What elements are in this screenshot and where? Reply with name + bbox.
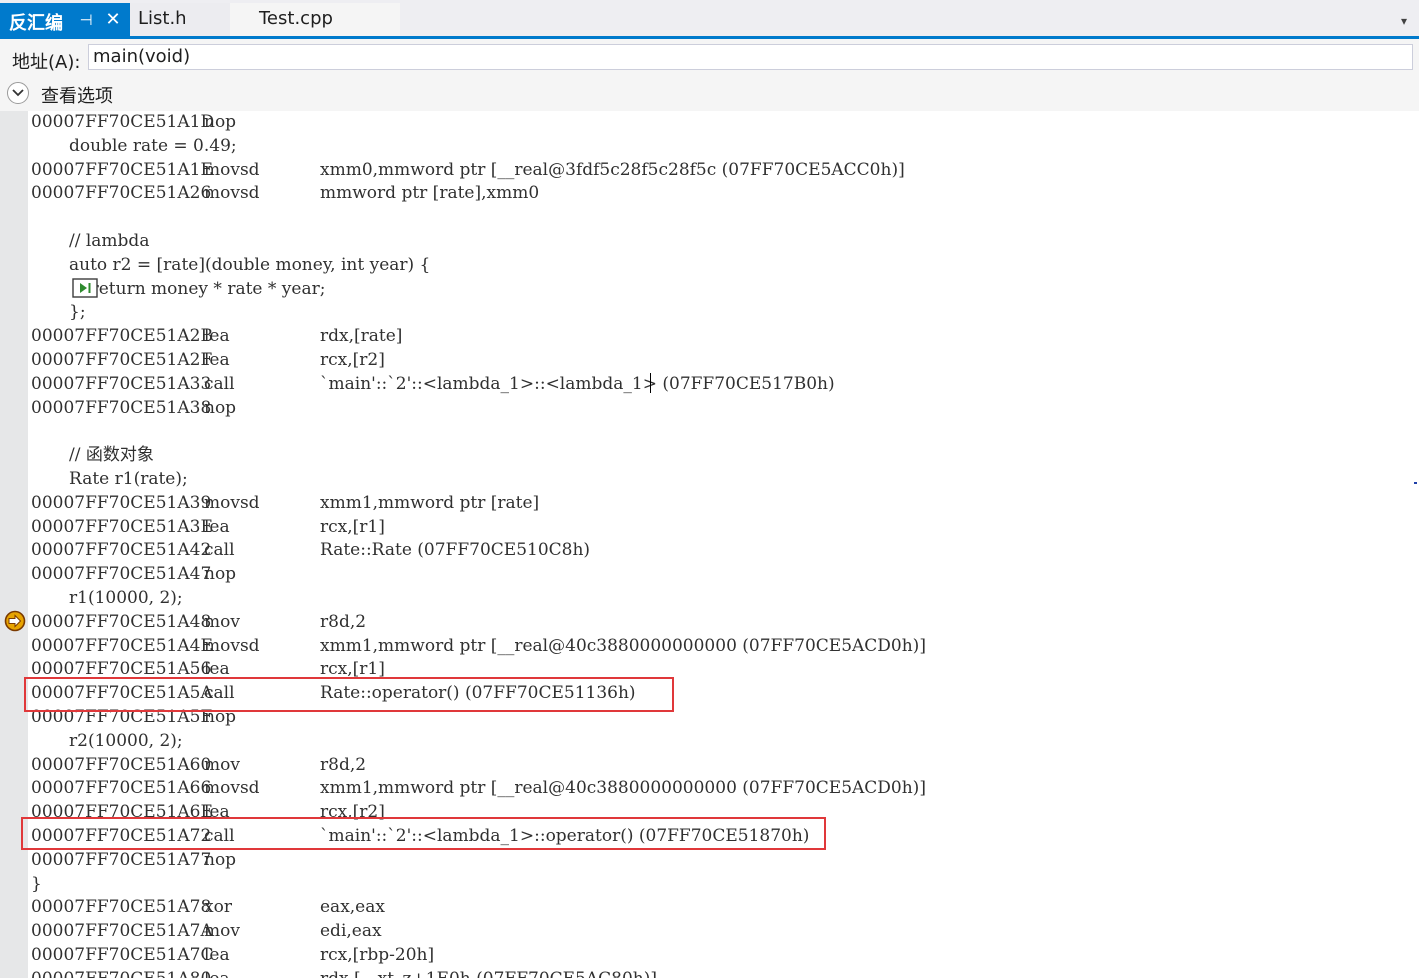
asm-mnemonic: mov xyxy=(204,754,240,775)
instruction-pointer-icon xyxy=(4,610,26,632)
asm-mnemonic: nop xyxy=(204,397,237,418)
view-options-label: 查看选项 xyxy=(41,86,113,107)
asm-mnemonic: lea xyxy=(204,350,230,370)
asm-operands: mmword ptr [rate],xmm0 xyxy=(320,183,540,204)
source-text: } xyxy=(31,873,42,894)
asm-mnemonic: call xyxy=(204,373,235,394)
tab-test-cpp[interactable]: Test.cpp xyxy=(230,3,400,36)
asm-operands: xmm1,mmword ptr [__real@40c3880000000000… xyxy=(320,778,926,799)
asm-address: 00007FF70CE51A1E xyxy=(31,159,213,180)
asm-mnemonic: movsd xyxy=(204,183,260,204)
asm-mnemonic: lea xyxy=(204,516,230,537)
source-text: auto r2 = [rate](double money, int year)… xyxy=(69,254,431,275)
source-text: }; xyxy=(69,302,86,323)
tab-list-h-label: List.h xyxy=(138,8,187,29)
close-icon[interactable]: ✕ xyxy=(104,9,122,30)
source-text: r2(10000, 2); xyxy=(69,730,183,751)
asm-operands: rcx,[r2] xyxy=(320,350,385,370)
scrollbar-marker xyxy=(1414,482,1417,484)
asm-mnemonic: nop xyxy=(204,849,237,870)
document-tab-strip: 反汇编 ⊣ ✕ List.h Test.cpp ▾ xyxy=(0,0,1419,36)
address-label: 地址(A): xyxy=(12,52,81,73)
asm-mnemonic: call xyxy=(204,540,235,561)
asm-address: 00007FF70CE51A33 xyxy=(31,373,212,394)
text-caret xyxy=(650,373,651,393)
asm-operands: edi,eax xyxy=(320,921,382,942)
view-options-bar: 查看选项 xyxy=(0,77,1419,111)
address-bar: 地址(A): main(void) xyxy=(0,39,1419,77)
view-options-toggle[interactable] xyxy=(7,82,29,104)
highlight-box-lambda-operator-call xyxy=(21,817,826,850)
asm-mnemonic: nop xyxy=(204,564,237,585)
asm-operands: rcx,[r1] xyxy=(320,516,385,537)
asm-operands: xmm1,mmword ptr [__real@40c3880000000000… xyxy=(320,635,926,656)
tab-list-h[interactable]: List.h xyxy=(130,3,230,36)
asm-address: 00007FF70CE51A77 xyxy=(31,849,212,870)
address-input[interactable]: main(void) xyxy=(88,44,1413,70)
asm-address: 00007FF70CE51A80 xyxy=(31,968,211,978)
asm-address: 00007FF70CE51A39 xyxy=(31,492,212,513)
asm-address: 00007FF70CE51A60 xyxy=(31,754,212,775)
asm-operands: `main'::`2'::<lambda_1>::<lambda_1> (07F… xyxy=(320,373,835,394)
asm-address: 00007FF70CE51A47 xyxy=(31,564,212,585)
asm-operands: xmm1,mmword ptr [rate] xyxy=(320,492,540,513)
asm-operands: Rate::Rate (07FF70CE510C8h) xyxy=(320,540,591,561)
asm-address: 00007FF70CE51A7C xyxy=(31,945,214,965)
asm-mnemonic: mov xyxy=(204,611,240,632)
asm-mnemonic: lea xyxy=(204,326,230,347)
asm-mnemonic: movsd xyxy=(204,635,260,656)
asm-operands: rdx,[__xt_z+1E0h (07FF70CE5AC80h)] xyxy=(320,968,657,978)
asm-operands: eax,eax xyxy=(320,897,385,918)
asm-address: 00007FF70CE51A38 xyxy=(31,397,212,418)
asm-operands: r8d,2 xyxy=(320,611,367,632)
asm-mnemonic: lea xyxy=(204,968,230,978)
run-to-cursor-icon[interactable] xyxy=(72,278,98,298)
asm-mnemonic: movsd xyxy=(204,492,260,513)
chevron-down-icon xyxy=(12,89,24,97)
asm-address: 00007FF70CE51A1D xyxy=(31,112,215,132)
highlight-box-rate-operator-call xyxy=(24,677,674,712)
asm-mnemonic: lea xyxy=(204,945,230,965)
source-text: // lambda xyxy=(69,231,150,251)
asm-mnemonic: nop xyxy=(204,112,237,132)
tab-dropdown-icon[interactable]: ▾ xyxy=(1401,14,1407,28)
source-text: Rate r1(rate); xyxy=(69,469,188,489)
tab-disassembly[interactable]: 反汇编 ⊣ ✕ xyxy=(0,3,130,36)
source-text: double rate = 0.49; xyxy=(69,135,237,156)
asm-operands: rdx,[rate] xyxy=(320,326,403,347)
asm-address: 00007FF70CE51A48 xyxy=(31,611,212,632)
pin-icon[interactable]: ⊣ xyxy=(78,11,94,29)
asm-mnemonic: mov xyxy=(204,921,240,942)
asm-address: 00007FF70CE51A7A xyxy=(31,921,213,942)
asm-address: 00007FF70CE51A2F xyxy=(31,350,213,370)
asm-address: 00007FF70CE51A3E xyxy=(31,516,213,537)
source-text: r1(10000, 2); xyxy=(69,588,183,608)
asm-operands: xmm0,mmword ptr [__real@3fdf5c28f5c28f5c… xyxy=(320,159,905,180)
asm-operands: r8d,2 xyxy=(320,754,367,775)
asm-address: 00007FF70CE51A2B xyxy=(31,326,213,347)
asm-address: 00007FF70CE51A66 xyxy=(31,778,212,799)
asm-mnemonic: xor xyxy=(204,897,232,918)
asm-mnemonic: movsd xyxy=(204,778,260,799)
asm-address: 00007FF70CE51A42 xyxy=(31,540,212,561)
source-text: return money * rate * year; xyxy=(69,278,326,299)
asm-mnemonic: movsd xyxy=(204,159,260,180)
asm-address: 00007FF70CE51A26 xyxy=(31,183,212,204)
tab-test-cpp-label: Test.cpp xyxy=(259,8,333,29)
asm-address: 00007FF70CE51A78 xyxy=(31,897,212,918)
tab-disassembly-label: 反汇编 xyxy=(9,13,63,34)
source-text: // 函数对象 xyxy=(69,445,154,466)
asm-operands: rcx,[rbp-20h] xyxy=(320,945,435,965)
asm-address: 00007FF70CE51A4E xyxy=(31,635,213,656)
